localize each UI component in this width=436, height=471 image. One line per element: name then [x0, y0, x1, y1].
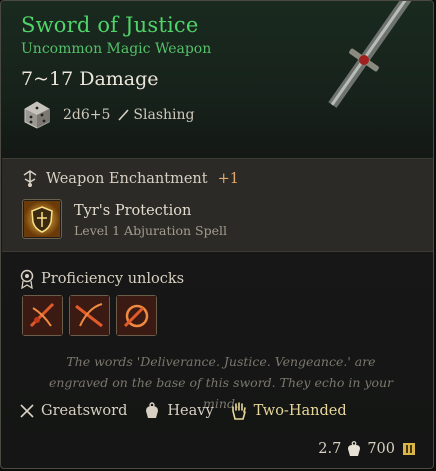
medal-icon — [20, 269, 34, 289]
weapon-properties: Greatsword Heavy Two-Handed — [19, 401, 357, 421]
damage-type-label: Slashing — [133, 107, 195, 123]
proficiency-label: Proficiency unlocks — [41, 271, 185, 287]
spell-name: Tyr's Protection — [74, 203, 192, 219]
weight-icon — [146, 402, 159, 418]
enchantment-bonus: +1 — [217, 171, 239, 187]
enchantment-icon — [23, 170, 37, 187]
weapon-type[interactable]: Greatsword — [19, 403, 127, 419]
weight-class-label: Heavy — [167, 403, 214, 419]
item-value: 700 — [367, 441, 395, 457]
damage-range: 7~17 Damage — [21, 68, 159, 90]
item-weight: 2.7 — [318, 441, 342, 457]
weight-icon — [348, 441, 361, 456]
damage-dice-row: 2d6+5 Slashing — [23, 101, 195, 129]
shield-icon — [24, 201, 60, 237]
enchantment-label: Weapon Enchantment — [46, 171, 208, 187]
item-name: Sword of Justice — [21, 13, 199, 37]
crossed-swords-icon — [20, 404, 34, 418]
pommel-strike-icon[interactable] — [116, 295, 157, 336]
slashing-icon — [118, 109, 130, 121]
sword-artwork — [328, 1, 423, 108]
spell-detail: Level 1 Abjuration Spell — [74, 223, 227, 238]
enchantment-header: Weapon Enchantment +1 — [20, 169, 239, 189]
proficiency-icons — [22, 295, 157, 336]
proficiency-header: Proficiency unlocks — [19, 269, 184, 289]
item-rarity-type: Uncommon Magic Weapon — [21, 41, 212, 57]
weapon-type-label: Greatsword — [41, 403, 128, 419]
weight-class[interactable]: Heavy — [143, 402, 214, 420]
item-tooltip: Sword of Justice Uncommon Magic Weapon 7… — [0, 0, 434, 469]
lacerate-icon[interactable] — [69, 295, 110, 336]
damage-dice: 2d6+5 — [63, 107, 111, 123]
item-footer: 2.7 700 — [318, 441, 417, 457]
tyrs-protection-icon[interactable] — [22, 199, 62, 239]
handedness-label: Two-Handed — [253, 403, 347, 419]
gold-coin-icon — [403, 443, 415, 455]
flourish-icon[interactable] — [22, 295, 63, 336]
dice-icon — [24, 101, 50, 129]
handedness[interactable]: Two-Handed — [230, 401, 347, 421]
hand-icon — [231, 402, 246, 420]
enchantment-section: Weapon Enchantment +1 Tyr's Protection L… — [2, 158, 433, 252]
damage-type: Slashing — [116, 107, 195, 123]
